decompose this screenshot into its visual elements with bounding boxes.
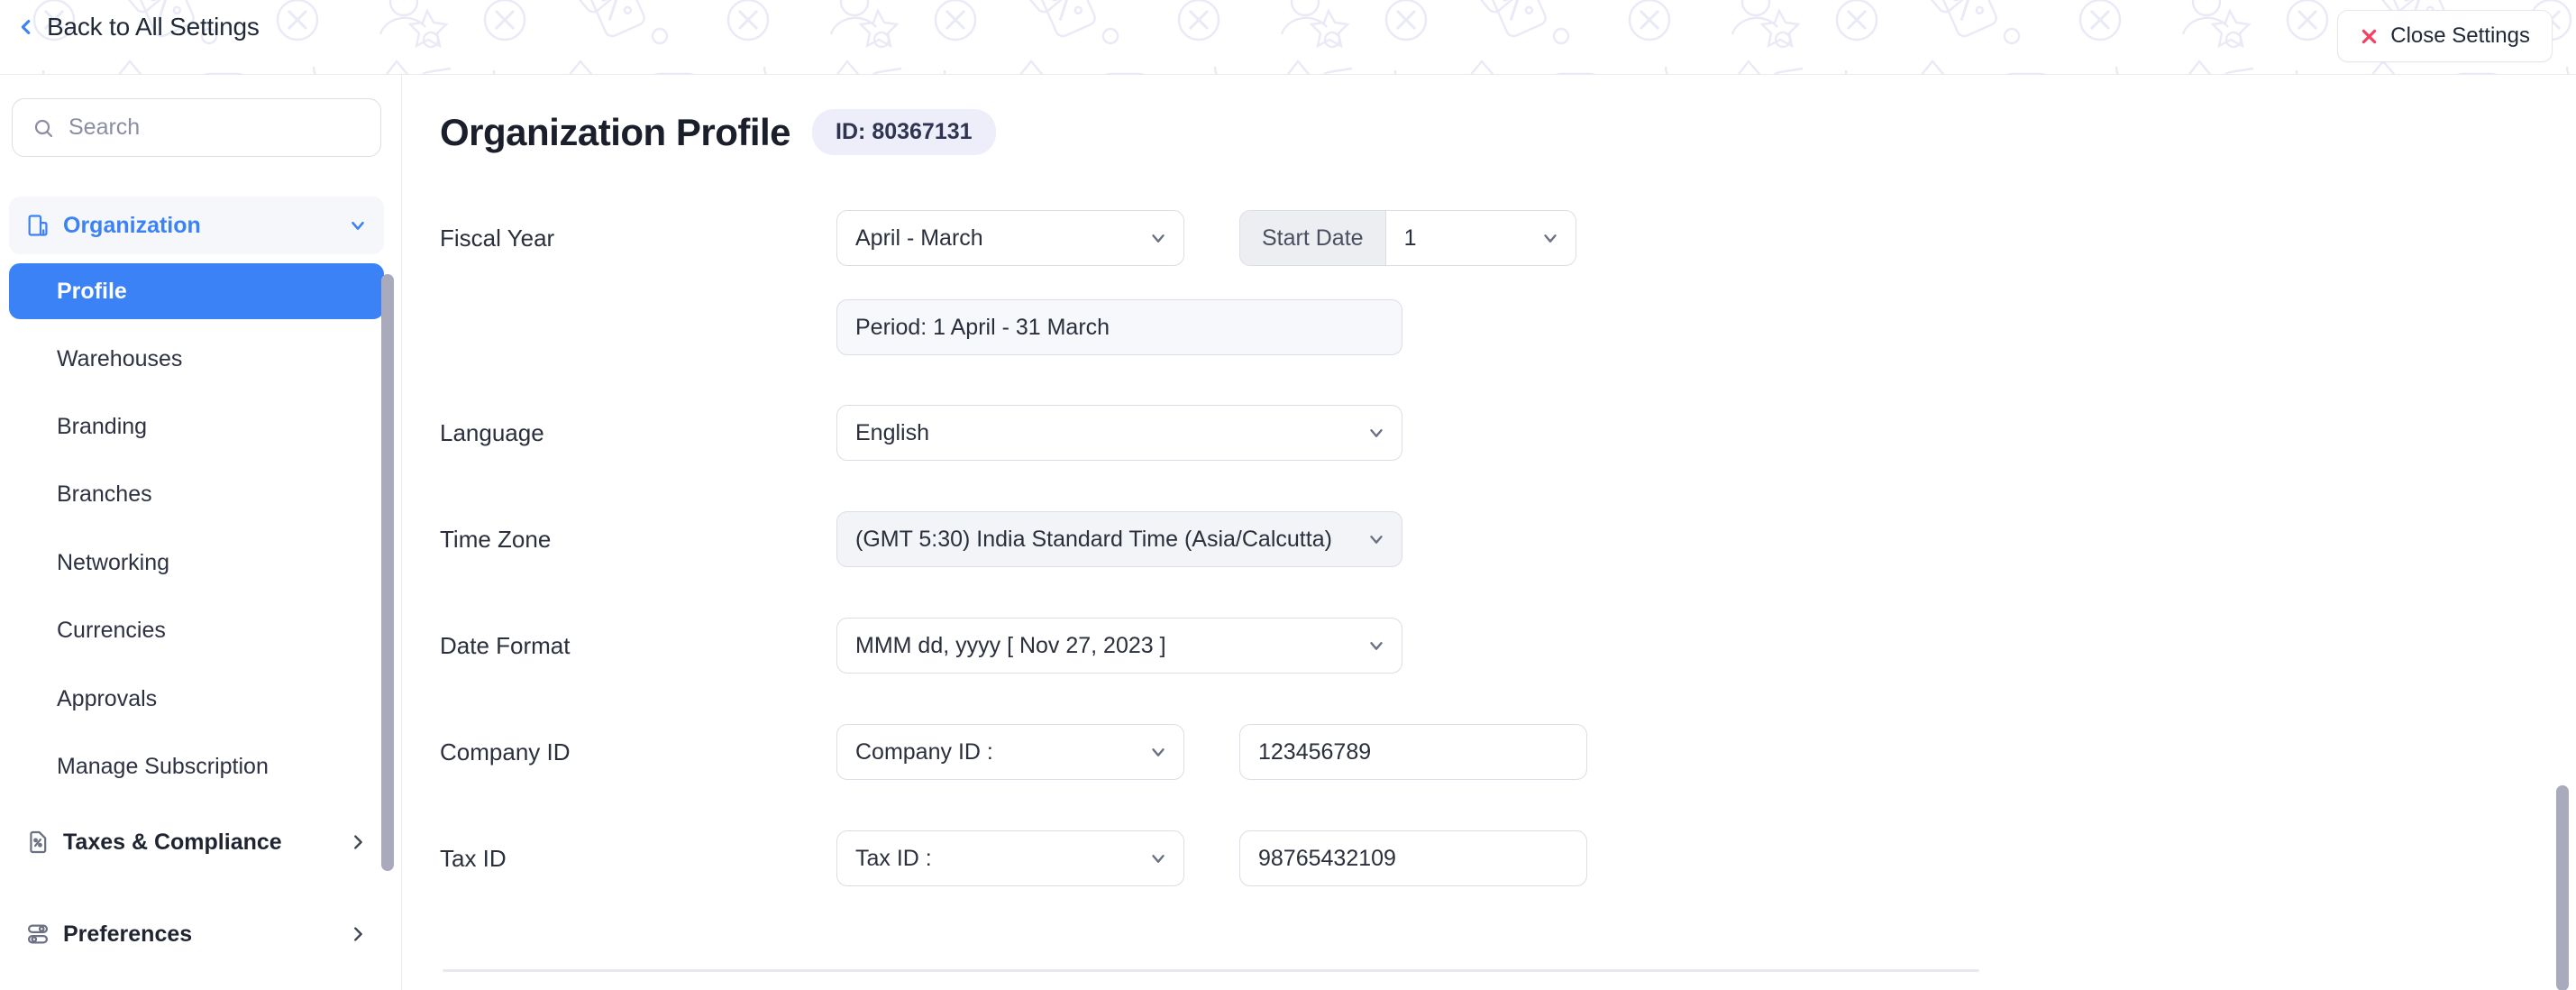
date-format-value: MMM dd, yyyy [ Nov 27, 2023 ] xyxy=(855,633,1199,659)
sidebar-item-branches[interactable]: Branches xyxy=(9,466,384,522)
chevron-down-icon xyxy=(1148,742,1168,762)
form-row-company-id: Company ID Company ID : xyxy=(440,724,1587,780)
search-icon xyxy=(32,117,54,139)
chevron-down-icon xyxy=(1366,423,1386,443)
date-format-select[interactable]: MMM dd, yyyy [ Nov 27, 2023 ] xyxy=(836,618,1402,674)
sidebar-item-label: Approvals xyxy=(57,686,157,712)
chevron-right-icon xyxy=(348,832,368,852)
fiscal-year-label: Fiscal Year xyxy=(440,225,836,252)
sidebar-item-branding[interactable]: Branding xyxy=(9,399,384,454)
sidebar-item-label: Currencies xyxy=(57,618,166,644)
tax-document-icon xyxy=(25,830,50,855)
sidebar-group-label: Organization xyxy=(63,213,201,239)
form-row-time-zone: Time Zone (GMT 5:30) India Standard Time… xyxy=(440,511,1402,567)
sidebar-item-label: Warehouses xyxy=(57,346,182,372)
sidebar-item-profile[interactable]: Profile xyxy=(9,263,384,319)
sidebar-group-taxes-compliance[interactable]: Taxes & Compliance xyxy=(9,813,384,871)
close-settings-button[interactable]: Close Settings xyxy=(2337,10,2553,62)
tax-id-label: Tax ID xyxy=(440,845,836,873)
language-label: Language xyxy=(440,419,836,447)
start-date-select[interactable]: 1 xyxy=(1386,211,1576,265)
sidebar-nav: Organization Profile Warehouses Branding… xyxy=(0,188,402,990)
organization-id-badge: ID: 80367131 xyxy=(812,109,996,155)
date-format-label: Date Format xyxy=(440,632,836,660)
time-zone-label: Time Zone xyxy=(440,526,836,554)
company-id-type-value: Company ID : xyxy=(855,739,1026,765)
settings-sidebar: Organization Profile Warehouses Branding… xyxy=(0,74,402,990)
chevron-down-icon xyxy=(1148,228,1168,248)
form-row-date-format: Date Format MMM dd, yyyy [ Nov 27, 2023 … xyxy=(440,618,1402,674)
fiscal-year-start-date-group: Start Date 1 xyxy=(1239,210,1576,266)
sidebar-item-warehouses[interactable]: Warehouses xyxy=(9,331,384,387)
company-id-label: Company ID xyxy=(440,738,836,766)
form-row-fiscal-period: Period: 1 April - 31 March xyxy=(440,299,1402,355)
tax-id-input[interactable] xyxy=(1239,830,1587,886)
sidebar-item-label: Branding xyxy=(57,414,147,440)
chevron-down-icon xyxy=(1366,636,1386,655)
page-header: Organization Profile ID: 80367131 xyxy=(440,109,996,155)
organization-icon xyxy=(25,213,50,238)
form-row-tax-id: Tax ID Tax ID : xyxy=(440,830,1587,886)
chevron-right-icon xyxy=(348,924,368,944)
time-zone-value: (GMT 5:30) India Standard Time (Asia/Cal… xyxy=(855,527,1365,553)
fiscal-year-select[interactable]: April - March xyxy=(836,210,1184,266)
sidebar-group-label: Preferences xyxy=(63,921,192,948)
main-scrollbar-thumb[interactable] xyxy=(2556,785,2569,990)
form-row-fiscal-year: Fiscal Year April - March Start Date 1 xyxy=(440,210,1576,266)
tax-id-type-value: Tax ID : xyxy=(855,846,964,872)
sidebar-group-organization[interactable]: Organization xyxy=(9,197,384,254)
sidebar-scrollbar-thumb[interactable] xyxy=(381,274,394,871)
sliders-icon xyxy=(25,921,50,947)
chevron-down-icon xyxy=(1540,228,1560,248)
top-bar: Back to All Settings Close Settings xyxy=(0,0,2576,74)
start-date-prefix-label: Start Date xyxy=(1240,211,1386,265)
decorative-background-pattern xyxy=(0,0,2576,74)
sidebar-item-label: Networking xyxy=(57,550,169,576)
language-value: English xyxy=(855,420,962,446)
sidebar-item-label: Branches xyxy=(57,481,152,508)
sidebar-item-manage-subscription[interactable]: Manage Subscription xyxy=(9,738,384,794)
search-box[interactable] xyxy=(12,98,381,157)
sidebar-group-label: Taxes & Compliance xyxy=(63,830,282,856)
chevron-down-icon xyxy=(348,215,368,235)
fiscal-period-display: Period: 1 April - 31 March xyxy=(836,299,1402,355)
main-content: Organization Profile ID: 80367131 Fiscal… xyxy=(402,74,2576,990)
close-settings-label: Close Settings xyxy=(2390,23,2530,49)
company-id-input[interactable] xyxy=(1239,724,1587,780)
chevron-down-icon xyxy=(1148,848,1168,868)
back-to-all-settings-label: Back to All Settings xyxy=(47,13,260,41)
fiscal-period-text: Period: 1 April - 31 March xyxy=(855,315,1110,341)
sidebar-item-networking[interactable]: Networking xyxy=(9,535,384,591)
sidebar-item-label: Profile xyxy=(57,279,127,305)
language-select[interactable]: English xyxy=(836,405,1402,461)
company-id-type-select[interactable]: Company ID : xyxy=(836,724,1184,780)
chevron-down-icon xyxy=(1366,529,1386,549)
fiscal-year-value: April - March xyxy=(855,225,1016,252)
form-row-language: Language English xyxy=(440,405,1402,461)
back-to-all-settings-link[interactable]: Back to All Settings xyxy=(16,13,260,41)
start-date-value: 1 xyxy=(1404,225,1417,252)
tax-id-type-select[interactable]: Tax ID : xyxy=(836,830,1184,886)
sidebar-item-label: Manage Subscription xyxy=(57,754,269,780)
sidebar-item-currencies[interactable]: Currencies xyxy=(9,602,384,658)
page-title: Organization Profile xyxy=(440,111,790,154)
sidebar-group-preferences[interactable]: Preferences xyxy=(9,905,384,963)
time-zone-select[interactable]: (GMT 5:30) India Standard Time (Asia/Cal… xyxy=(836,511,1402,567)
sidebar-item-approvals[interactable]: Approvals xyxy=(9,671,384,727)
chevron-left-icon xyxy=(16,14,36,41)
search-input[interactable] xyxy=(69,115,361,141)
close-x-icon xyxy=(2360,27,2379,46)
section-divider xyxy=(443,969,1979,972)
